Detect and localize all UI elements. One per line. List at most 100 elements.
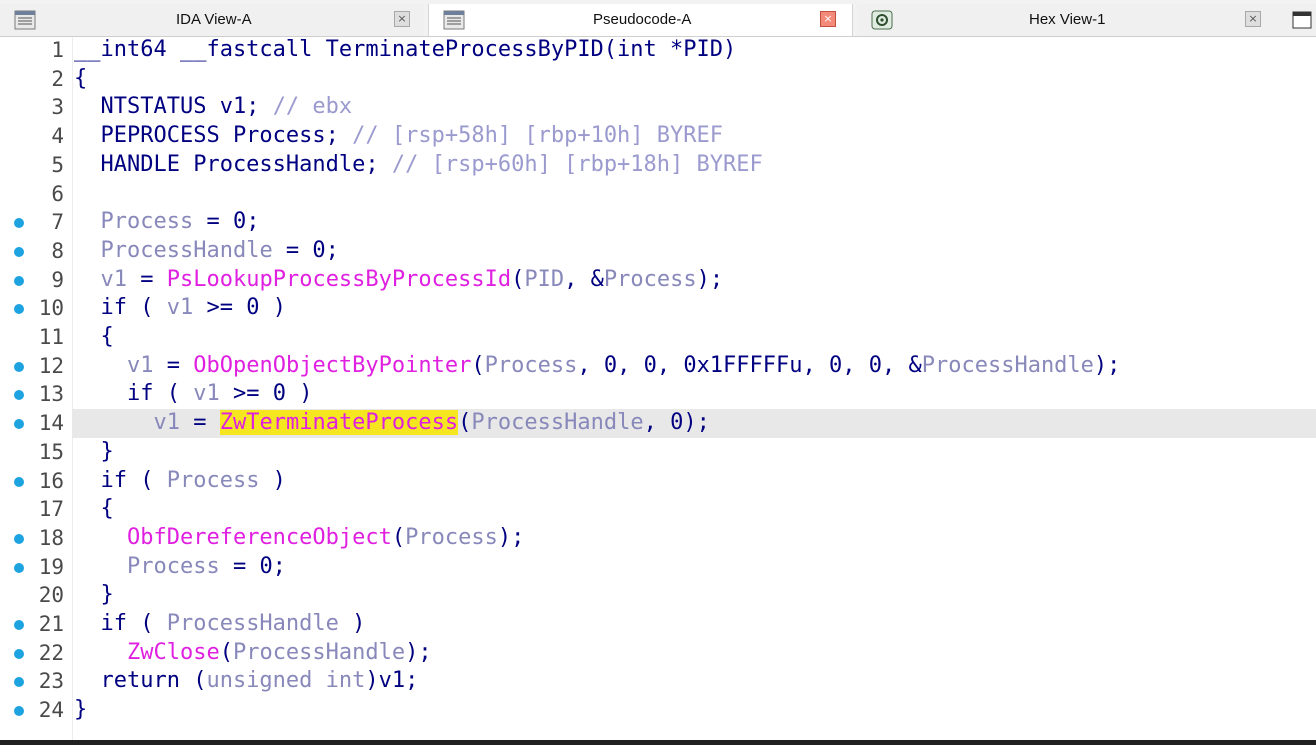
code-text[interactable]: NTSTATUS v1; // ebx xyxy=(74,94,352,119)
code-token[interactable]: PEPROCESS Process; xyxy=(74,123,352,148)
code-text[interactable]: __int64 __fastcall TerminateProcessByPID… xyxy=(74,37,736,62)
code-line[interactable]: 6 xyxy=(0,180,1316,209)
code-token[interactable]: { xyxy=(74,496,113,521)
breakpoint-dot-icon[interactable] xyxy=(14,620,24,630)
code-text[interactable]: HANDLE ProcessHandle; // [rsp+60h] [rbp+… xyxy=(74,152,762,177)
code-token[interactable]: } xyxy=(74,439,113,464)
code-token[interactable] xyxy=(74,554,127,579)
code-token[interactable] xyxy=(74,209,101,234)
code-text[interactable]: } xyxy=(74,439,113,464)
code-text[interactable]: if ( v1 >= 0 ) xyxy=(74,295,285,320)
code-text[interactable]: Process = 0; xyxy=(74,209,260,234)
code-text[interactable]: v1 = ZwTerminateProcess(ProcessHandle, 0… xyxy=(74,410,710,436)
code-token[interactable]: ( xyxy=(511,267,524,292)
code-text[interactable]: { xyxy=(74,496,113,521)
code-token[interactable] xyxy=(74,238,101,263)
code-line[interactable]: 3 NTSTATUS v1; // ebx xyxy=(0,93,1316,122)
code-token[interactable]: >= 0 ) xyxy=(220,381,312,406)
variable-name[interactable]: Process xyxy=(604,267,697,292)
code-token[interactable] xyxy=(74,525,127,550)
breakpoint-dot-icon[interactable] xyxy=(14,218,24,229)
variable-name[interactable]: v1 xyxy=(127,353,154,378)
variable-name[interactable]: Process xyxy=(167,468,260,493)
variable-name[interactable]: ProcessHandle xyxy=(101,238,273,263)
code-token[interactable]: = xyxy=(180,410,220,435)
code-line[interactable]: 20 } xyxy=(0,581,1316,610)
code-token[interactable] xyxy=(74,410,153,435)
breakpoint-dot-icon[interactable] xyxy=(14,677,24,688)
code-token[interactable]: = 0; xyxy=(193,209,259,234)
highlighted-identifier[interactable]: ZwTerminateProcess xyxy=(219,410,459,436)
variable-name[interactable]: Process xyxy=(405,525,498,550)
breakpoint-dot-icon[interactable] xyxy=(14,533,24,544)
variable-name[interactable]: v1 xyxy=(153,410,180,435)
code-token[interactable]: , 0, 0, 0x1FFFFFu, 0, 0, & xyxy=(577,353,921,378)
code-text[interactable]: ZwClose(ProcessHandle); xyxy=(74,640,432,665)
close-icon[interactable]: × xyxy=(820,11,836,27)
code-line[interactable]: 11 { xyxy=(0,323,1316,352)
code-token[interactable]: ( xyxy=(458,410,471,435)
code-line[interactable]: 22 ZwClose(ProcessHandle); xyxy=(0,639,1316,668)
code-token[interactable]: = xyxy=(127,267,167,292)
code-line[interactable]: 16 if ( Process ) xyxy=(0,467,1316,496)
code-token[interactable]: ); xyxy=(1094,353,1121,378)
function-name[interactable]: ObfDereferenceObject xyxy=(127,525,392,550)
breakpoint-dot-icon[interactable] xyxy=(14,648,24,659)
code-text[interactable]: v1 = PsLookupProcessByProcessId(PID, &Pr… xyxy=(74,267,724,292)
code-token[interactable]: if ( xyxy=(74,468,167,493)
code-token[interactable]: = 0; xyxy=(273,238,339,263)
breakpoint-dot-icon[interactable] xyxy=(14,419,24,430)
code-token[interactable]: ); xyxy=(405,640,432,665)
tab-pseudocode-a[interactable]: Pseudocode-A × xyxy=(428,4,853,36)
code-line[interactable]: 5 HANDLE ProcessHandle; // [rsp+60h] [rb… xyxy=(0,151,1316,180)
code-text[interactable]: if ( ProcessHandle ) xyxy=(74,611,365,636)
code-token[interactable]: ( xyxy=(471,353,484,378)
code-token[interactable]: , & xyxy=(564,267,604,292)
code-line[interactable]: 14 v1 = ZwTerminateProcess(ProcessHandle… xyxy=(0,409,1316,439)
code-text[interactable]: ObfDereferenceObject(Process); xyxy=(74,525,524,550)
code-line[interactable]: 15 } xyxy=(0,438,1316,467)
code-line[interactable]: 19 Process = 0; xyxy=(0,553,1316,582)
function-name[interactable]: PsLookupProcessByProcessId xyxy=(167,267,511,292)
tab-ida-view-a[interactable]: IDA View-A × xyxy=(0,4,424,36)
code-text[interactable]: { xyxy=(74,324,113,349)
code-token[interactable]: if ( xyxy=(74,611,167,636)
code-token[interactable]: = 0; xyxy=(220,554,286,579)
function-name[interactable]: ObOpenObjectByPointer xyxy=(193,353,471,378)
code-token[interactable]: ); xyxy=(697,267,724,292)
code-text[interactable]: return (unsigned int)v1; xyxy=(74,668,418,693)
code-token[interactable]: } xyxy=(74,582,113,607)
code-token[interactable] xyxy=(74,353,127,378)
code-token[interactable]: if ( xyxy=(74,381,193,406)
code-line[interactable]: 12 v1 = ObOpenObjectByPointer(Process, 0… xyxy=(0,352,1316,381)
variable-name[interactable]: ProcessHandle xyxy=(471,410,643,435)
breakpoint-dot-icon[interactable] xyxy=(14,304,24,315)
code-token[interactable]: )v1; xyxy=(365,668,418,693)
code-token[interactable]: = xyxy=(153,353,193,378)
code-token[interactable]: HANDLE ProcessHandle; xyxy=(74,152,392,177)
variable-name[interactable]: Process xyxy=(485,353,578,378)
code-token[interactable]: } xyxy=(74,697,87,722)
breakpoint-dot-icon[interactable] xyxy=(14,562,24,573)
close-icon[interactable]: × xyxy=(1245,11,1261,27)
code-token[interactable]: ); xyxy=(498,525,525,550)
function-name[interactable]: ZwClose xyxy=(127,640,220,665)
variable-name[interactable]: ProcessHandle xyxy=(167,611,339,636)
breakpoint-dot-icon[interactable] xyxy=(14,390,24,401)
code-text[interactable]: v1 = ObOpenObjectByPointer(Process, 0, 0… xyxy=(74,353,1120,378)
variable-name[interactable]: v1 xyxy=(101,267,128,292)
breakpoint-dot-icon[interactable] xyxy=(14,275,24,286)
code-token[interactable]: ( xyxy=(220,640,233,665)
code-token[interactable]: NTSTATUS v1; xyxy=(74,94,273,119)
variable-name[interactable]: ProcessHandle xyxy=(922,353,1094,378)
code-token[interactable]: ) xyxy=(259,468,286,493)
close-icon[interactable]: × xyxy=(394,11,410,27)
breakpoint-dot-icon[interactable] xyxy=(14,246,24,257)
code-token[interactable]: >= 0 ) xyxy=(193,295,285,320)
code-text[interactable]: PEPROCESS Process; // [rsp+58h] [rbp+10h… xyxy=(74,123,723,148)
variable-name[interactable]: v1 xyxy=(193,381,220,406)
variable-name[interactable]: Process xyxy=(101,209,194,234)
code-line[interactable]: 24} xyxy=(0,696,1316,725)
code-text[interactable]: } xyxy=(74,697,87,722)
code-token[interactable]: if ( xyxy=(74,295,167,320)
